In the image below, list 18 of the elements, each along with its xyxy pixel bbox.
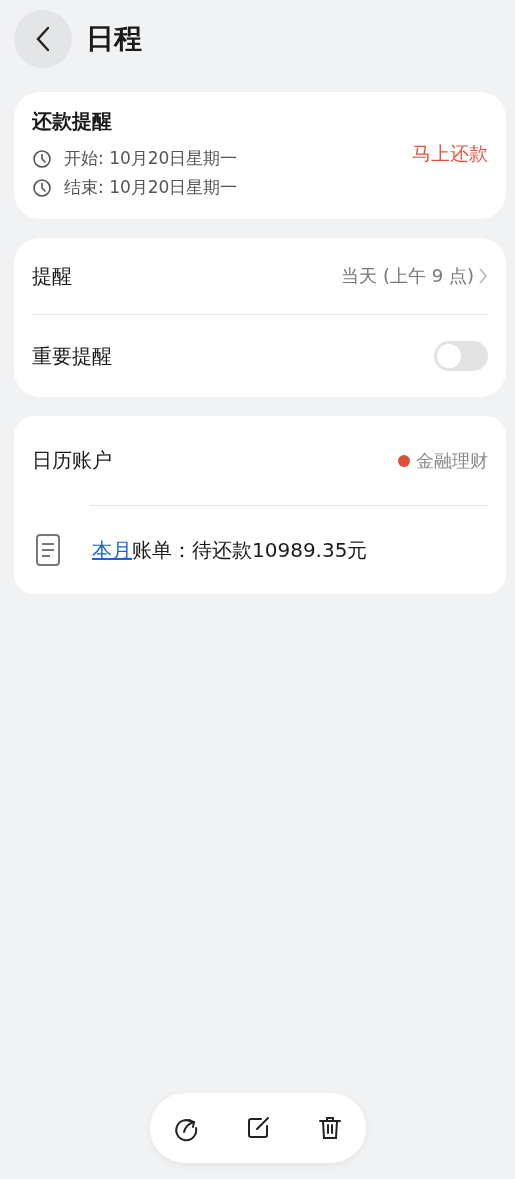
event-time: 结束: 10月20日星期一 [64, 176, 238, 199]
event-time: 开始: 10月20日星期一 [64, 147, 238, 170]
calendar-name: 金融理财 [416, 448, 488, 473]
setting-label: 重要提醒 [32, 342, 112, 370]
setting-label: 提醒 [32, 262, 72, 290]
reminder-value[interactable]: 当天 (上午 9 点) [341, 264, 488, 288]
bill-note: 本月 账单：待还款10989.35元 [92, 536, 368, 564]
clock-icon [32, 177, 52, 198]
account-label: 日历账户 [32, 447, 112, 474]
clock-icon [32, 148, 52, 169]
page-title: 日程 [86, 21, 142, 57]
event-title: 还款提醒 [32, 108, 113, 135]
document-icon [36, 534, 60, 566]
month-link[interactable]: 本月 [92, 537, 132, 562]
toggle-switch[interactable] [434, 341, 488, 371]
back-icon [35, 26, 51, 52]
pay-now-link[interactable]: 马上还款 [412, 140, 488, 167]
chevron-icon [478, 267, 488, 285]
